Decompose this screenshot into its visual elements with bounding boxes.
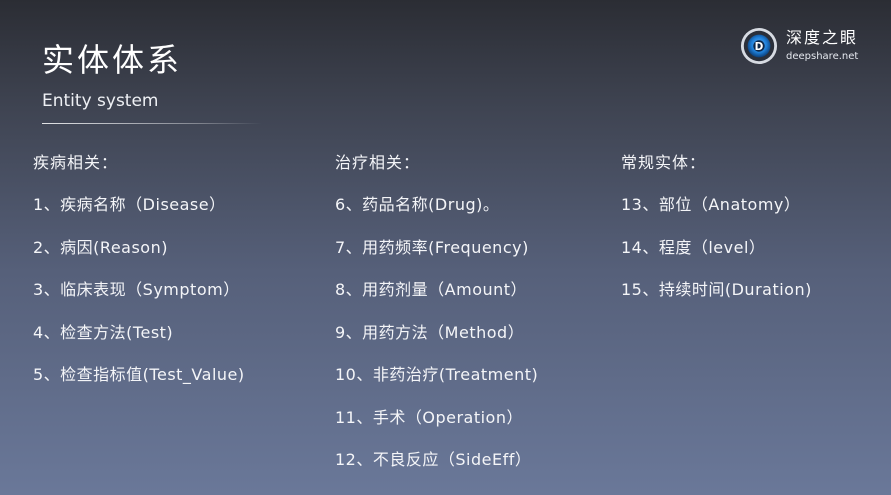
list-item: 8、用药剂量（Amount） xyxy=(335,280,528,299)
slide-title: 实体体系 xyxy=(42,41,183,79)
list-item: 6、药品名称(Drug)。 xyxy=(335,195,500,214)
list-item: 7、用药频率(Frequency) xyxy=(335,237,529,257)
svg-text:D: D xyxy=(755,41,764,53)
list-item: 13、部位（Anatomy） xyxy=(621,195,801,214)
title-divider xyxy=(42,123,262,124)
column-heading: 常规实体： xyxy=(621,153,707,172)
brand-logo: D 深度之眼 deepshare.net xyxy=(740,26,870,68)
column-heading: 疾病相关： xyxy=(33,153,119,172)
list-item: 3、临床表现（Symptom） xyxy=(33,280,240,299)
list-item: 10、非药治疗(Treatment) xyxy=(335,365,539,384)
entity-list: 6、药品名称(Drug)。 7、用药频率(Frequency) 8、用药剂量（A… xyxy=(335,195,538,470)
slide-subtitle: Entity system xyxy=(42,91,159,111)
brand-name: 深度之眼 xyxy=(786,28,859,47)
entity-list: 13、部位（Anatomy） 14、程度（level） 15、持续时间(Dura… xyxy=(621,195,812,300)
column-treatment: 治疗相关： 6、药品名称(Drug)。 7、用药频率(Frequency) 8、… xyxy=(335,153,538,493)
list-item: 5、检查指标值(Test_Value) xyxy=(33,365,245,384)
column-heading: 治疗相关： xyxy=(335,153,421,172)
list-item: 15、持续时间(Duration) xyxy=(621,280,812,299)
eye-logo-icon: D xyxy=(740,27,778,65)
list-item: 4、检查方法(Test) xyxy=(33,322,174,342)
list-item: 1、疾病名称（Disease） xyxy=(33,195,226,214)
column-disease: 疾病相关： 1、疾病名称（Disease） 2、病因(Reason) 3、临床表… xyxy=(33,153,245,408)
list-item: 12、不良反应（SideEff） xyxy=(335,450,532,469)
list-item: 11、手术（Operation） xyxy=(335,407,523,427)
column-general: 常规实体： 13、部位（Anatomy） 14、程度（level） 15、持续时… xyxy=(621,153,812,323)
brand-url: deepshare.net xyxy=(786,51,859,62)
entity-list: 1、疾病名称（Disease） 2、病因(Reason) 3、临床表现（Symp… xyxy=(33,195,245,385)
list-item: 9、用药方法（Method） xyxy=(335,322,525,342)
list-item: 2、病因(Reason) xyxy=(33,237,168,257)
list-item: 14、程度（level） xyxy=(621,237,766,257)
